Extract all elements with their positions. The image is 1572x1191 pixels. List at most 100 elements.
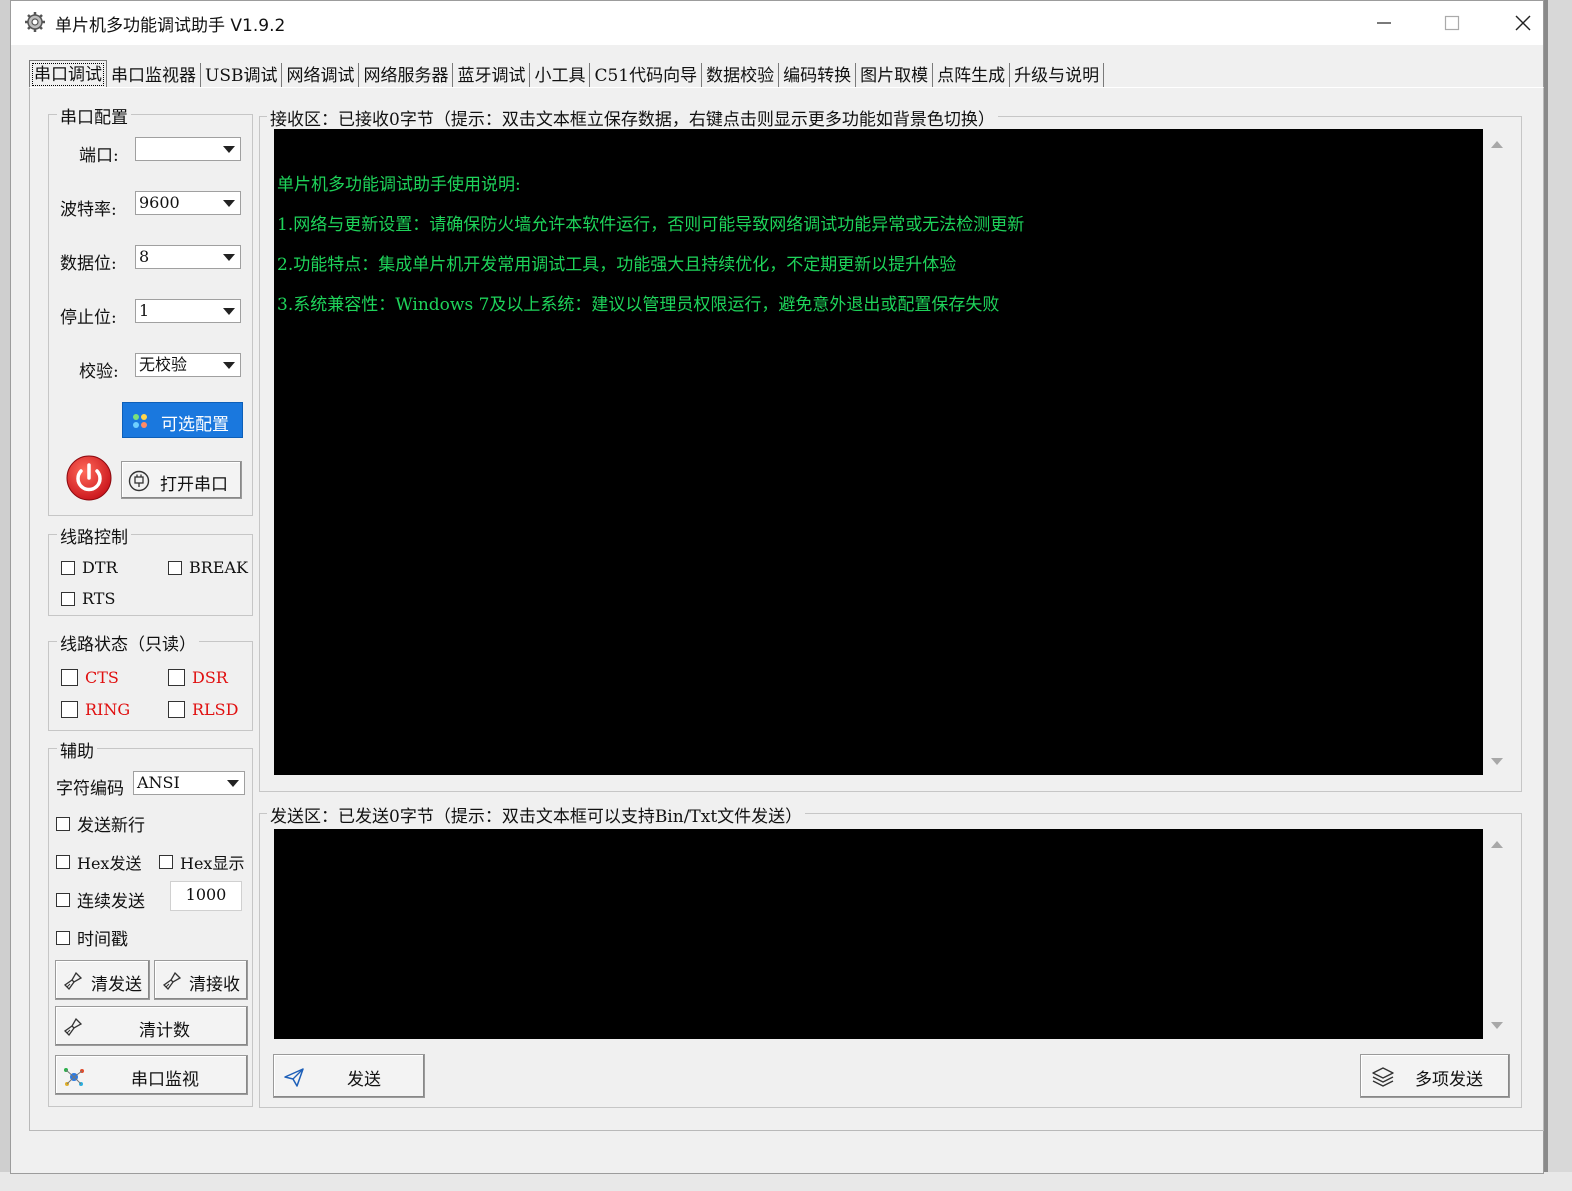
checkbox-box xyxy=(56,855,70,869)
timestamp-label: 时间戳 xyxy=(77,930,128,950)
parity-label: 校验: xyxy=(79,362,119,382)
clear-send-label: 清发送 xyxy=(91,975,142,995)
rlsd-label: RLSD xyxy=(192,700,239,719)
tab-upgrade-info[interactable]: 升级与说明 xyxy=(1010,63,1105,89)
title-bar[interactable]: 单片机多功能调试助手 V1.9.2 xyxy=(11,1,1543,45)
send-newline-label: 发送新行 xyxy=(77,816,145,836)
aux-group: 辅助 字符编码 ANSI 发送新行 Hex发送 Hex显示 连续发送 1000 … xyxy=(48,737,253,1107)
send-textarea[interactable] xyxy=(274,829,1483,1039)
serial-monitor-button[interactable]: 串口监视 xyxy=(55,1055,248,1095)
stopbits-select[interactable]: 1 xyxy=(135,299,241,323)
serial-config-title: 串口配置 xyxy=(57,103,131,128)
checkbox-box xyxy=(168,701,185,718)
encoding-select[interactable]: ANSI xyxy=(133,771,245,795)
maximize-button[interactable] xyxy=(1418,1,1486,45)
tab-dot-matrix[interactable]: 点阵生成 xyxy=(933,63,1011,89)
broom-icon xyxy=(162,971,182,991)
checkbox-box xyxy=(56,930,70,945)
dsr-label: DSR xyxy=(192,668,228,687)
parity-value: 无校验 xyxy=(139,355,188,374)
minimize-button[interactable] xyxy=(1350,1,1418,45)
multi-send-button[interactable]: 多项发送 xyxy=(1360,1054,1510,1098)
chevron-down-icon xyxy=(218,300,240,322)
break-label: BREAK xyxy=(189,558,248,577)
maximize-icon xyxy=(1444,15,1460,31)
parity-select[interactable]: 无校验 xyxy=(135,353,241,377)
broom-icon xyxy=(63,971,83,991)
hex-send-checkbox[interactable]: Hex发送 xyxy=(56,850,141,874)
ring-label: RING xyxy=(85,700,131,719)
layers-icon xyxy=(1372,1067,1394,1087)
cts-checkbox[interactable]: CTS xyxy=(61,668,119,687)
rts-checkbox[interactable]: RTS xyxy=(61,589,115,608)
send-button[interactable]: 发送 xyxy=(273,1054,425,1098)
open-port-label: 打开串口 xyxy=(160,475,228,495)
plug-icon xyxy=(128,470,150,492)
receive-group: 接收区：已接收0字节（提示：双击文本框立保存数据，右键点击则显示更多功能如背景色… xyxy=(259,105,1522,792)
dots-grid-icon xyxy=(133,414,147,428)
tab-network-debug[interactable]: 网络调试 xyxy=(282,63,360,89)
hex-display-checkbox[interactable]: Hex显示 xyxy=(159,850,244,874)
tab-usb-debug[interactable]: USB调试 xyxy=(201,63,283,89)
databits-select[interactable]: 8 xyxy=(135,245,241,269)
open-port-button[interactable]: 打开串口 xyxy=(121,461,242,499)
dtr-checkbox[interactable]: DTR xyxy=(61,558,118,577)
receive-title: 接收区：已接收0字节（提示：双击文本框立保存数据，右键点击则显示更多功能如背景色… xyxy=(267,105,998,130)
port-label: 端口: xyxy=(79,146,119,166)
chevron-down-icon xyxy=(222,772,244,794)
receive-line: 2.功能特点：集成单片机开发常用调试工具，功能强大且持续优化，不定期更新以提升体… xyxy=(277,255,957,275)
receive-line: 1.网络与更新设置：请确保防火墙允许本软件运行，否则可能导致网络调试功能异常或无… xyxy=(277,215,1025,235)
break-checkbox[interactable]: BREAK xyxy=(168,558,248,577)
scroll-up-icon[interactable] xyxy=(1491,841,1503,848)
tab-serial-monitor[interactable]: 串口监视器 xyxy=(107,63,201,89)
port-select[interactable] xyxy=(135,137,241,161)
cts-label: CTS xyxy=(85,668,119,687)
multi-send-label: 多项发送 xyxy=(1415,1070,1483,1090)
receive-line: 单片机多功能调试助手使用说明: xyxy=(277,175,521,195)
tab-c51-wizard[interactable]: C51代码向导 xyxy=(590,63,703,89)
timestamp-checkbox[interactable]: 时间戳 xyxy=(56,925,128,950)
rlsd-checkbox[interactable]: RLSD xyxy=(168,700,238,719)
checkbox-box xyxy=(56,892,70,907)
clear-count-button[interactable]: 清计数 xyxy=(55,1006,248,1046)
scroll-down-icon[interactable] xyxy=(1491,758,1503,765)
scroll-up-icon[interactable] xyxy=(1491,141,1503,148)
receive-scrollbar[interactable] xyxy=(1483,129,1511,775)
tab-network-server[interactable]: 网络服务器 xyxy=(359,63,454,89)
tab-bluetooth-debug[interactable]: 蓝牙调试 xyxy=(453,63,531,89)
send-newline-checkbox[interactable]: 发送新行 xyxy=(56,811,145,836)
receive-textarea[interactable]: 单片机多功能调试助手使用说明: 1.网络与更新设置：请确保防火墙允许本软件运行，… xyxy=(274,129,1483,775)
tab-image-modulo[interactable]: 图片取模 xyxy=(856,63,934,89)
serial-config-group: 串口配置 端口: 波特率: 9600 数据位: 8 停止位: 1 校验: 无校验… xyxy=(48,103,253,516)
clear-receive-button[interactable]: 清接收 xyxy=(154,960,248,1000)
checkbox-box xyxy=(56,816,70,831)
line-status-group: 线路状态（只读） CTS DSR RING RLSD xyxy=(48,630,253,731)
checkbox-box xyxy=(168,669,185,686)
dsr-checkbox[interactable]: DSR xyxy=(168,668,228,687)
close-button[interactable] xyxy=(1489,1,1557,45)
continuous-send-checkbox[interactable]: 连续发送 xyxy=(56,887,145,912)
databits-label: 数据位: xyxy=(60,254,117,274)
serial-monitor-label: 串口监视 xyxy=(131,1070,199,1090)
continuous-send-label: 连续发送 xyxy=(77,892,145,912)
tab-data-checksum[interactable]: 数据校验 xyxy=(702,63,780,89)
ring-checkbox[interactable]: RING xyxy=(61,700,130,719)
interval-input[interactable]: 1000 xyxy=(170,881,242,911)
desktop-background-bottom xyxy=(0,1172,1572,1191)
tab-encoding-convert[interactable]: 编码转换 xyxy=(779,63,857,89)
minimize-icon xyxy=(1377,22,1391,24)
clear-send-button[interactable]: 清发送 xyxy=(55,960,150,1000)
tab-small-tools[interactable]: 小工具 xyxy=(530,63,591,89)
chevron-down-icon xyxy=(218,354,240,376)
rts-label: RTS xyxy=(82,589,116,608)
baud-label: 波特率: xyxy=(60,200,117,220)
tab-serial-debug[interactable]: 串口调试 xyxy=(29,60,107,89)
optional-config-button[interactable]: 可选配置 xyxy=(122,402,243,438)
power-button[interactable] xyxy=(65,454,113,502)
chevron-down-icon xyxy=(218,246,240,268)
send-scrollbar[interactable] xyxy=(1483,829,1511,1039)
baud-select[interactable]: 9600 xyxy=(135,191,241,215)
network-node-icon xyxy=(64,1068,84,1086)
scroll-down-icon[interactable] xyxy=(1491,1022,1503,1029)
receive-line: 3.系统兼容性：Windows 7及以上系统：建议以管理员权限运行，避免意外退出… xyxy=(277,295,1000,315)
